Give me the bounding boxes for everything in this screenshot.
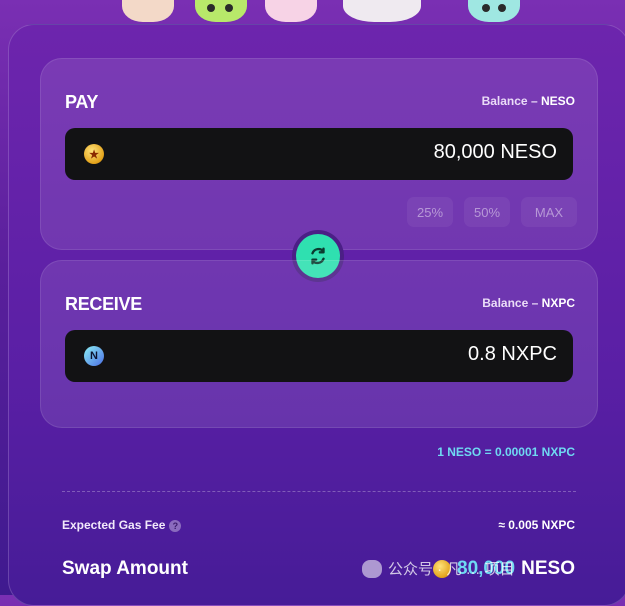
- pay-token-label: NESO: [500, 141, 557, 163]
- pay-amount-display: 80,000 NESO: [434, 141, 557, 164]
- pay-amount-input[interactable]: ★ 80,000 NESO: [65, 128, 573, 180]
- percentage-buttons: 25% 50% MAX: [407, 197, 577, 227]
- pay-title: PAY: [65, 92, 99, 112]
- pay-balance-sep: –: [530, 94, 538, 108]
- receive-amount-field: N 0.8 NXPC: [65, 330, 573, 382]
- gas-fee-value: ≈ 0.005 NXPC: [498, 518, 575, 532]
- wechat-icon: [362, 559, 382, 578]
- receive-amount-value: 0.8: [468, 343, 496, 365]
- neso-coin-icon: ★: [84, 144, 104, 164]
- swap-amount-label: Swap Amount: [62, 558, 188, 579]
- mascot-4: [343, 0, 421, 22]
- receive-balance: Balance – NXPC: [482, 296, 575, 310]
- receive-card: RECEIVE Balance – NXPC N 0.8 NXPC: [40, 260, 598, 428]
- receive-balance-sep: –: [531, 296, 539, 310]
- mascot-1: [122, 0, 174, 22]
- max-button[interactable]: MAX: [521, 197, 577, 227]
- pct-50-button[interactable]: 50%: [464, 197, 510, 227]
- pay-amount-value: 80,000: [433, 141, 495, 163]
- receive-token-label: NXPC: [501, 343, 557, 365]
- pay-balance-token: NESO: [540, 94, 575, 108]
- pay-balance-label: Balance: [481, 94, 528, 108]
- receive-balance-label: Balance: [482, 296, 529, 310]
- watermark: 公众号 · 凡 … 项目: [362, 558, 515, 579]
- exchange-rate: 1 NESO = 0.00001 NXPC: [437, 445, 575, 459]
- pay-card: PAY Balance – NESO ★ 80,000 NESO 25% 50%…: [40, 58, 598, 250]
- pay-balance: Balance – NESO: [482, 94, 575, 108]
- receive-amount-display: 0.8 NXPC: [468, 343, 557, 366]
- nxpc-coin-icon: N: [84, 346, 104, 366]
- dashed-divider: [62, 491, 576, 492]
- help-icon[interactable]: ?: [169, 519, 182, 532]
- mascot-5: [468, 0, 520, 22]
- pct-25-button[interactable]: 25%: [407, 197, 453, 227]
- mascot-3: [265, 0, 317, 22]
- mascot-2: [195, 0, 247, 22]
- receive-title: RECEIVE: [65, 294, 142, 314]
- watermark-text: 公众号 · 凡 … 项目: [388, 561, 515, 578]
- receive-balance-token: NXPC: [541, 296, 575, 310]
- gas-fee-label: Expected Gas Fee?: [62, 518, 182, 532]
- gas-fee-text: Expected Gas Fee: [62, 518, 166, 532]
- swap-amount-token: NESO: [521, 558, 575, 579]
